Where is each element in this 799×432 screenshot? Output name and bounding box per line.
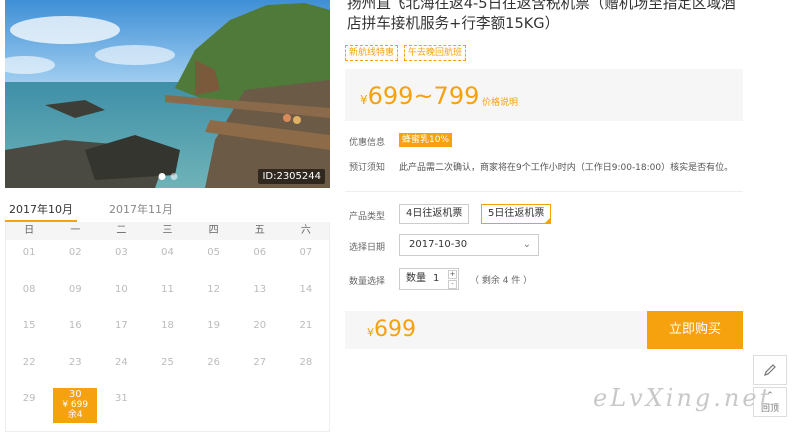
month-tabs: 2017年10月 2017年11月: [5, 198, 330, 222]
weekday-label: 三: [162, 225, 173, 236]
carousel-dot[interactable]: [170, 173, 177, 180]
carousel-dot[interactable]: [158, 173, 165, 180]
calendar-day: 05: [207, 247, 220, 258]
calendar-day-selected[interactable]: 30 ¥ 699 余4: [53, 388, 98, 423]
calendar-day: 22: [22, 356, 36, 368]
chevron-down-icon: ⌄: [522, 239, 531, 250]
product-tags: 新航线特惠 午去晚回航班: [345, 45, 467, 61]
remaining-stock: （ 剩余 4 件 ）: [470, 276, 533, 286]
buy-now-button[interactable]: 立即购买: [647, 311, 743, 349]
calendar-day: 19: [207, 320, 220, 331]
product-photo[interactable]: ID:2305244: [5, 0, 330, 188]
calendar-day: 17: [114, 320, 128, 331]
calendar-day: 20: [253, 320, 267, 331]
qty-increase-button[interactable]: +: [448, 270, 457, 279]
promo-badge: 蜂蜜乳10%: [399, 133, 453, 147]
weekday-label: 六: [300, 225, 311, 236]
divider: [345, 191, 743, 192]
calendar-day: 21: [299, 320, 313, 331]
calendar-day: 10: [114, 283, 128, 295]
tag-flight-time: 午去晚回航班: [404, 45, 467, 61]
weekday-label: 四: [208, 225, 219, 236]
qty-unit-label: 数量: [406, 273, 426, 284]
price-note-link[interactable]: 价格说明: [482, 95, 518, 108]
calendar-day: 02: [68, 247, 82, 258]
calendar-day: 27: [253, 356, 267, 368]
price-panel: ¥699~799 价格说明: [345, 69, 743, 121]
type-option-4-day[interactable]: 4日往返机票: [399, 204, 470, 224]
tab-2017-11[interactable]: 2017年11月: [105, 198, 177, 222]
qty-value[interactable]: 1: [433, 269, 439, 289]
buy-bar: ¥699 立即购买: [345, 311, 743, 349]
calendar-day: 16: [68, 320, 82, 331]
qty-decrease-button[interactable]: -: [448, 280, 457, 289]
day-number: 30: [68, 389, 82, 400]
calendar-day: 14: [299, 283, 313, 295]
weekday-label: 二: [116, 225, 127, 236]
calendar-day: 11: [161, 283, 174, 295]
weekday-label: 一: [70, 225, 81, 236]
calendar-day: 13: [253, 283, 267, 295]
calendar-day: 31: [114, 393, 128, 404]
total-price: ¥699: [367, 317, 416, 342]
weekday-label: 五: [254, 225, 265, 236]
quantity-stepper: 数量 1 + -: [399, 268, 459, 290]
calendar-day: 15: [22, 320, 36, 331]
calendar-day: 29: [22, 393, 36, 404]
calendar-day: 18: [161, 320, 174, 331]
calendar-day: 04: [161, 247, 174, 258]
seaside-cliff-image: [5, 0, 330, 188]
promo-label: 优惠信息: [349, 138, 386, 148]
calendar-days: 01 02 03 04 05 06 07 08 09 10 11 12 13 14 15 16 17 18 19 20…: [6, 240, 329, 423]
watermark: eLvXing.net: [593, 384, 773, 412]
calendar-day: 23: [68, 356, 82, 368]
calendar-day: 26: [207, 356, 220, 368]
feedback-button[interactable]: [753, 355, 787, 385]
qty-label: 数量选择: [349, 277, 386, 287]
type-label: 产品类型: [349, 212, 386, 222]
product-title: 扬州直飞北海往返4-5日往返含税机票（赠机场至指定区域酒店拼车接机服务+行李额1…: [347, 0, 736, 32]
notice-label: 预订须知: [349, 163, 386, 173]
calendar-day: 25: [161, 356, 174, 368]
day-price: ¥ 699: [62, 400, 89, 410]
date-value: 2017-10-30: [409, 239, 468, 250]
tab-2017-10[interactable]: 2017年10月: [5, 198, 77, 222]
weekday-header: 日 一 二 三 四 五 六: [6, 222, 329, 240]
price-range: ¥699~799: [360, 82, 480, 110]
day-stock: 余4: [67, 410, 83, 420]
notice-text: 此产品需二次确认，商家将在9个工作小时内（工作日9:00-18:00）核实是否有…: [399, 163, 734, 173]
calendar-day: 01: [22, 247, 36, 258]
tag-new-route: 新航线特惠: [345, 45, 399, 61]
calendar-day: 09: [68, 283, 82, 295]
date-calendar: 日 一 二 三 四 五 六 01 02 03 04 05 06 07 08 09 10 11 12 13…: [5, 222, 330, 432]
calendar-day: 03: [114, 247, 128, 258]
calendar-day: 08: [22, 283, 36, 295]
type-option-5-day[interactable]: 5日往返机票: [481, 204, 552, 224]
carousel-dots: [158, 173, 177, 180]
date-select[interactable]: 2017-10-30 ⌄: [399, 234, 539, 256]
calendar-day: 24: [114, 356, 128, 368]
calendar-day: 06: [253, 247, 267, 258]
calendar-day: 12: [207, 283, 220, 295]
calendar-day: 28: [299, 356, 313, 368]
calendar-day: 07: [299, 247, 313, 258]
photo-id-label: ID:2305244: [258, 169, 325, 184]
pencil-icon: [754, 356, 786, 381]
date-label: 选择日期: [349, 243, 386, 253]
weekday-label: 日: [24, 225, 35, 236]
